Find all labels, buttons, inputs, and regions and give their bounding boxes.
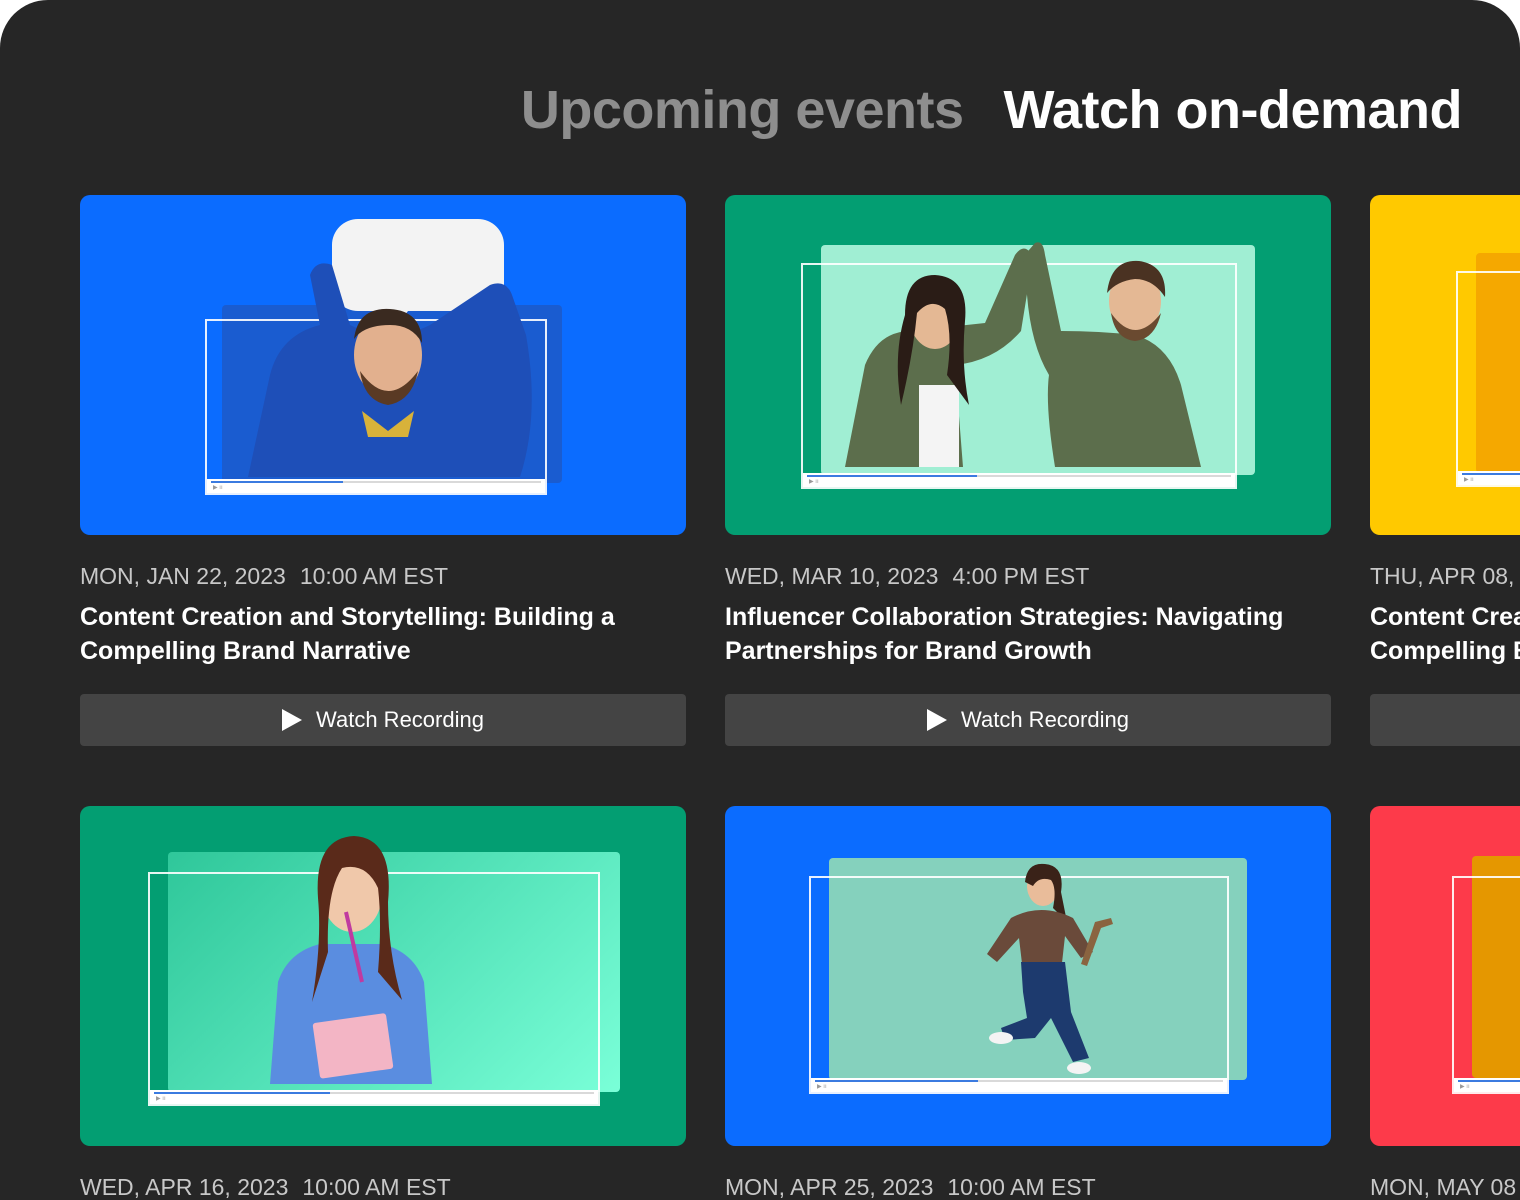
- event-datetime: MON, JAN 22, 2023 10:00 AM EST: [80, 563, 686, 590]
- woman-with-notebook-image: [270, 836, 432, 1084]
- event-thumbnail[interactable]: ▶ ıı: [1370, 806, 1520, 1146]
- event-datetime: WED, APR 16, 2023 10:00 AM EST: [80, 1174, 686, 1200]
- video-player-frame: ▶ ıı: [1456, 271, 1520, 487]
- event-date: MON, JAN 22, 2023: [80, 563, 286, 589]
- tab-upcoming-events[interactable]: Upcoming events: [521, 78, 964, 142]
- event-title[interactable]: Influencer Collaboration Strategies: Nav…: [725, 600, 1331, 668]
- on-demand-page: Upcoming events Watch on-demand ▶ ıı MON…: [0, 0, 1520, 1200]
- event-card: ▶ ıı MON, JAN 22, 2023 10:00 AM EST Conte…: [80, 195, 686, 746]
- event-time: 10:00 AM EST: [299, 563, 449, 589]
- event-datetime: THU, APR 08, 2023: [1370, 563, 1520, 590]
- play-icon: [282, 709, 303, 731]
- video-player-frame: ▶ ıı: [1452, 876, 1520, 1094]
- event-date: WED, MAR 10, 2023: [725, 563, 939, 589]
- event-thumbnail[interactable]: ▶ ıı: [725, 806, 1331, 1146]
- event-date: MON, APR 25, 2023: [725, 1174, 934, 1200]
- person-with-speech-bubble-image: [248, 219, 532, 477]
- event-date: MON, MAY 08: [1370, 1174, 1517, 1200]
- event-thumbnail[interactable]: ▶ ıı: [725, 195, 1331, 535]
- event-datetime: MON, APR 25, 2023 10:00 AM EST: [725, 1174, 1331, 1200]
- event-card: ▶ ıı MON, APR 25, 2023 10:00 AM EST: [725, 806, 1331, 1200]
- event-date: THU, APR 08, 2023: [1370, 563, 1520, 589]
- watch-recording-button[interactable]: Watch Recording: [80, 694, 686, 746]
- event-thumbnail[interactable]: ▶ ıı: [1370, 195, 1520, 535]
- event-date: WED, APR 16, 2023: [80, 1174, 289, 1200]
- event-time: 10:00 AM EST: [302, 1174, 451, 1200]
- event-card: ▶ ıı WED, APR 16, 2023 10:00 AM EST: [80, 806, 686, 1200]
- high-five-image: [845, 242, 1201, 467]
- event-card: ▶ ıı THU, APR 08, 2023 Content Creation …: [1370, 195, 1520, 746]
- event-title[interactable]: Content Creation and Storytelling: Build…: [1370, 600, 1520, 668]
- play-icon: [927, 709, 948, 731]
- event-card: ▶ ıı MON, MAY 08: [1370, 806, 1520, 1200]
- woman-running-with-tools-image: [987, 863, 1113, 1074]
- tab-watch-on-demand[interactable]: Watch on-demand: [1004, 78, 1463, 142]
- event-thumbnail[interactable]: ▶ ıı: [80, 806, 686, 1146]
- event-datetime: MON, MAY 08: [1370, 1174, 1520, 1200]
- watch-recording-label: Watch Recording: [316, 707, 484, 732]
- event-tabs: Upcoming events Watch on-demand: [521, 78, 1463, 142]
- event-thumbnail[interactable]: ▶ ıı: [80, 195, 686, 535]
- event-title[interactable]: Content Creation and Storytelling: Build…: [80, 600, 686, 668]
- event-time: 10:00 AM EST: [947, 1174, 1096, 1200]
- watch-recording-label: Watch Recording: [961, 707, 1129, 732]
- watch-recording-button[interactable]: Watch Recording: [1370, 694, 1520, 746]
- event-datetime: WED, MAR 10, 2023 4:00 PM EST: [725, 563, 1331, 590]
- watch-recording-button[interactable]: Watch Recording: [725, 694, 1331, 746]
- event-card: ▶ ıı WED, MAR 10, 2023 4:00 PM EST Influe…: [725, 195, 1331, 746]
- event-time: 4:00 PM EST: [952, 563, 1090, 589]
